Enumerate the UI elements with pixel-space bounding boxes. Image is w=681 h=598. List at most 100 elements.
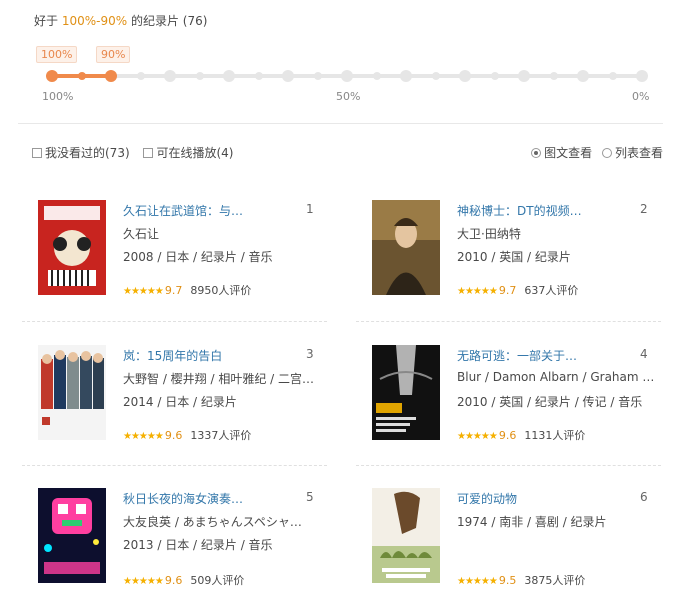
slider-tick[interactable]: [282, 70, 294, 82]
checkbox[interactable]: [32, 148, 42, 158]
movie-title-link[interactable]: 岚：15周年的告白: [123, 347, 253, 364]
poster-image[interactable]: [38, 488, 106, 583]
rating-score: 9.7: [498, 284, 517, 297]
movie-meta: 2013 / 日本 / 纪录片 / 音乐: [123, 538, 273, 552]
slider-tick[interactable]: [77, 72, 86, 80]
rating: ★★★★★ 9.6 1131人评价: [457, 427, 585, 443]
rank-number: 6: [640, 490, 648, 504]
checkbox[interactable]: [143, 148, 154, 158]
filter-online[interactable]: 可在线播放(4): [143, 146, 233, 160]
rating-count: 3875人评价: [524, 574, 586, 587]
left-handle-tag: 100%: [36, 46, 78, 63]
slider-tick[interactable]: [46, 70, 58, 82]
slider-tick[interactable]: [431, 72, 440, 80]
movie-people: Blur / Damon Albarn / Graham …: [457, 370, 655, 384]
filter-online-label: 可在线播放(4): [156, 146, 234, 160]
poster-image[interactable]: [38, 345, 106, 440]
scale-label-left: 100%: [42, 90, 74, 103]
movie-meta: 2010 / 英国 / 纪录片 / 传记 / 音乐: [457, 395, 643, 409]
slider-tick[interactable]: [254, 72, 263, 80]
rank-number: 4: [640, 347, 648, 361]
rating: ★★★★★ 9.6 509人评价: [123, 572, 244, 588]
rating-score: 9.5: [498, 574, 517, 587]
rating-range-slider[interactable]: 100% 90% 100% 50% 0%: [34, 44, 654, 114]
rating-count: 637人评价: [524, 284, 579, 297]
view-list-label: 列表查看: [614, 146, 663, 160]
movie-card: 岚：15周年的告白 3 大野智 / 樱井翔 / 相叶雅纪 / 二宫… 2014 …: [38, 345, 338, 455]
view-grid-label: 图文查看: [544, 146, 593, 160]
row-separator: [22, 321, 327, 322]
movie-meta: 2010 / 英国 / 纪录片: [457, 250, 571, 264]
scale-label-mid: 50%: [336, 90, 361, 103]
slider-tick[interactable]: [577, 70, 589, 82]
summary-prefix: 好于: [34, 14, 62, 28]
slider-tick[interactable]: [549, 72, 558, 80]
rating: ★★★★★ 9.6 1337人评价: [123, 427, 251, 443]
rating-count: 8950人评价: [190, 284, 252, 297]
movie-meta: 1974 / 南非 / 喜剧 / 纪录片: [457, 515, 607, 529]
radio-selected[interactable]: [531, 148, 542, 158]
movie-card: 神秘博士：DT的视频… 2 大卫·田纳特 2010 / 英国 / 纪录片 ★★★…: [372, 200, 672, 310]
slider-tick[interactable]: [608, 72, 617, 80]
movie-card: 无路可逃：一部关于… 4 Blur / Damon Albarn / Graha…: [372, 345, 672, 455]
rank-number: 3: [306, 347, 314, 361]
slider-tick[interactable]: [518, 70, 530, 82]
slider-tick[interactable]: [223, 70, 235, 82]
view-list[interactable]: 列表查看: [601, 146, 663, 160]
movie-title-link[interactable]: 秋日长夜的海女演奏…: [123, 490, 253, 507]
poster-image[interactable]: [372, 200, 440, 295]
movie-title-link[interactable]: 无路可逃：一部关于…: [457, 347, 587, 364]
row-separator: [356, 321, 661, 322]
slider-tick[interactable]: [400, 70, 412, 82]
summary-count: 的纪录片 (76): [127, 14, 208, 28]
row-separator: [22, 465, 327, 466]
slider-tick[interactable]: [636, 70, 648, 82]
row-separator: [356, 465, 661, 466]
right-handle-tag: 90%: [96, 46, 131, 63]
movie-card: 可爱的动物 6 1974 / 南非 / 喜剧 / 纪录片 ★★★★★ 9.5 387…: [372, 488, 672, 598]
poster-image[interactable]: [372, 345, 440, 440]
star-rating-icon: ★★★★★: [123, 431, 164, 442]
movie-people: 大卫·田纳特: [457, 227, 521, 241]
star-rating-icon: ★★★★★: [457, 431, 498, 442]
movie-people: 大野智 / 樱井翔 / 相叶雅纪 / 二宫…: [123, 372, 315, 386]
result-summary: 好于 100%-90% 的纪录片 (76): [34, 12, 207, 29]
movie-people: 大友良英 / あまちゃんスペシャ…: [123, 515, 302, 529]
rating-score: 9.6: [164, 574, 183, 587]
movie-people: 久石让: [123, 227, 160, 241]
filter-unwatched-label: 我没看过的(73): [45, 146, 130, 160]
view-switch: 图文查看 列表查看: [531, 144, 663, 161]
rating: ★★★★★ 9.7 637人评价: [457, 282, 578, 298]
slider-tick[interactable]: [459, 70, 471, 82]
slider-tick[interactable]: [136, 72, 145, 80]
rank-number: 5: [306, 490, 314, 504]
poster-image[interactable]: [38, 200, 106, 295]
scale-label-right: 0%: [632, 90, 650, 103]
star-rating-icon: ★★★★★: [123, 286, 164, 297]
view-grid[interactable]: 图文查看: [531, 146, 592, 160]
rank-number: 2: [640, 202, 648, 216]
movie-title-link[interactable]: 久石让在武道馆：与…: [123, 202, 253, 219]
slider-tick[interactable]: [313, 72, 322, 80]
radio[interactable]: [601, 148, 612, 158]
poster-image[interactable]: [372, 488, 440, 583]
rating-count: 1131人评价: [524, 429, 586, 442]
rank-number: 1: [306, 202, 314, 216]
filter-options: 我没看过的(73) 可在线播放(4): [32, 144, 243, 161]
movie-meta: 2014 / 日本 / 纪录片: [123, 395, 237, 409]
slider-tick[interactable]: [490, 72, 499, 80]
rating-count: 509人评价: [190, 574, 245, 587]
rating-count: 1337人评价: [190, 429, 252, 442]
slider-tick[interactable]: [105, 70, 117, 82]
star-rating-icon: ★★★★★: [123, 576, 164, 587]
movie-card: 久石让在武道馆：与… 1 久石让 2008 / 日本 / 纪录片 / 音乐 ★★…: [38, 200, 338, 310]
movie-title-link[interactable]: 可爱的动物: [457, 490, 587, 507]
slider-tick[interactable]: [164, 70, 176, 82]
slider-tick[interactable]: [195, 72, 204, 80]
slider-tick[interactable]: [341, 70, 353, 82]
filter-unwatched[interactable]: 我没看过的(73): [32, 146, 130, 160]
slider-tick[interactable]: [372, 72, 381, 80]
movie-title-link[interactable]: 神秘博士：DT的视频…: [457, 202, 587, 219]
rating: ★★★★★ 9.7 8950人评价: [123, 282, 251, 298]
movie-meta: 2008 / 日本 / 纪录片 / 音乐: [123, 250, 273, 264]
